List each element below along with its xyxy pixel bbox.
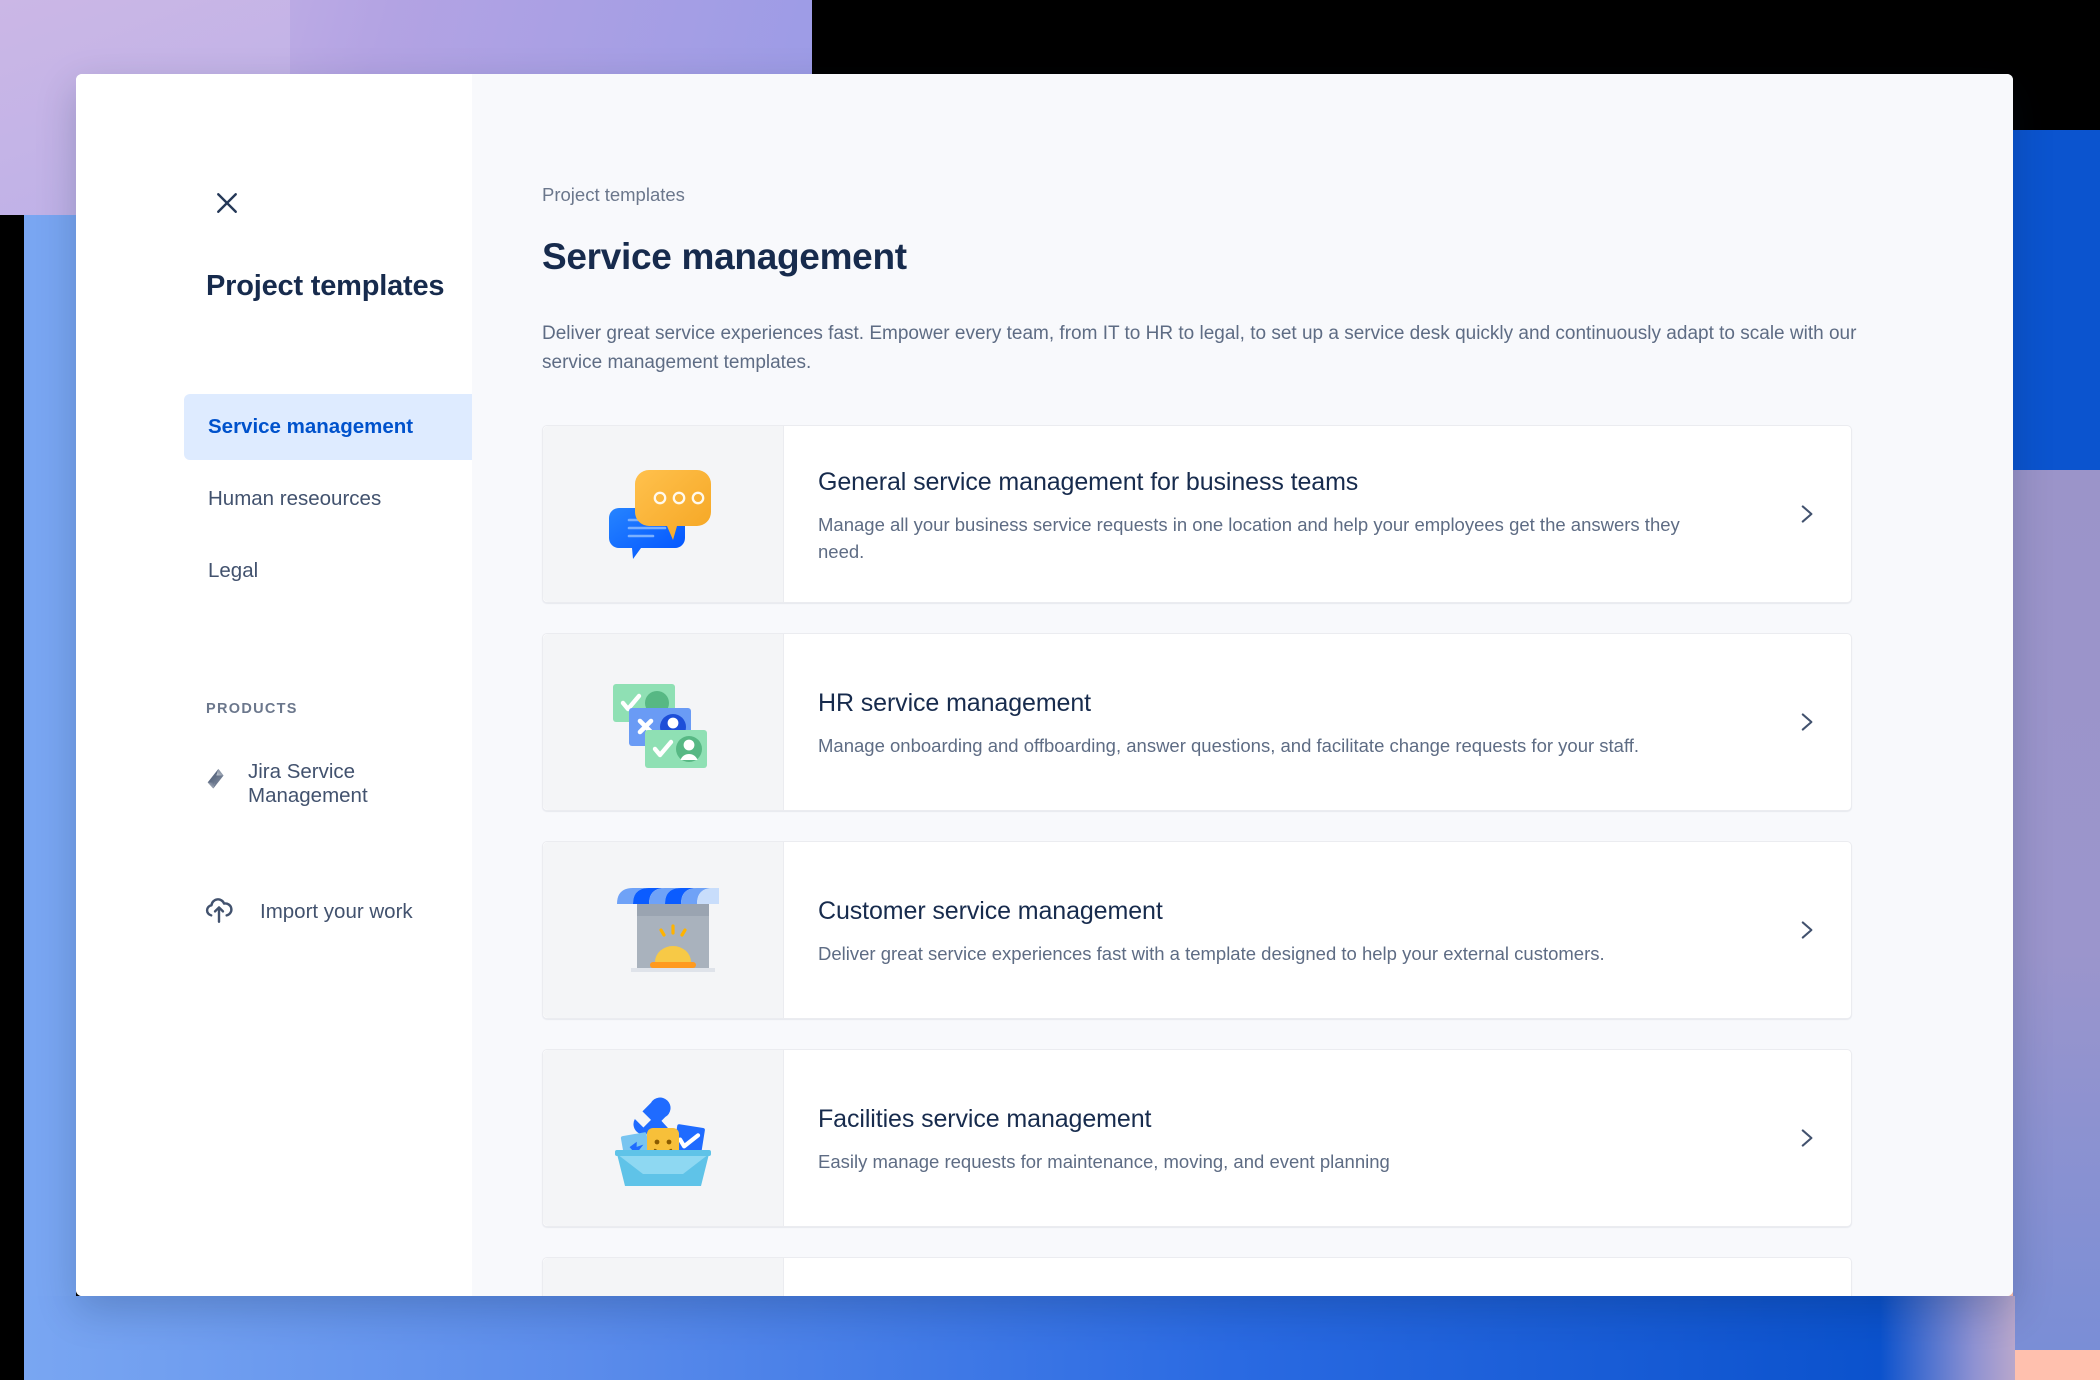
template-description: Manage all your business service request… xyxy=(818,513,1680,562)
background-left-black-strip xyxy=(0,215,24,1380)
template-description: Easily manage requests for maintenance, … xyxy=(818,1151,1390,1172)
background-left-blue-strip xyxy=(24,215,76,1380)
template-text: Customer service management Deliver grea… xyxy=(784,842,1761,1018)
sidebar-item-human-resources[interactable]: Human reseources xyxy=(184,466,518,532)
toolbox-icon xyxy=(603,1078,723,1198)
template-text: Facilities service management Easily man… xyxy=(784,1050,1761,1226)
background-bottom-fade xyxy=(1880,1296,2015,1380)
template-list: General service management for business … xyxy=(542,425,1852,1296)
template-card-customer-service-management[interactable]: Customer service management Deliver grea… xyxy=(542,841,1852,1019)
storefront-bell-icon xyxy=(603,870,723,990)
template-thumbnail xyxy=(543,1050,784,1226)
template-card-general-service-management[interactable]: General service management for business … xyxy=(542,425,1852,603)
money-cards-icon xyxy=(603,1286,723,1296)
template-thumbnail xyxy=(543,634,784,810)
screenshot-canvas: Project templates Service management Hum… xyxy=(0,0,2100,1380)
jira-service-management-icon xyxy=(202,767,232,802)
breadcrumb: Project templates xyxy=(542,184,685,205)
project-templates-modal: Project templates Service management Hum… xyxy=(76,74,2013,1296)
template-description: Deliver great service experiences fast w… xyxy=(818,943,1605,964)
chevron-right-icon[interactable] xyxy=(1761,426,1851,602)
modal-main-panel: Project templates Service management Del… xyxy=(472,74,2013,1296)
background-bottom-blue-bar xyxy=(24,1296,1880,1380)
product-item-jira-service-management[interactable]: Jira Service Management xyxy=(202,760,472,808)
import-your-work-button[interactable]: Import your work xyxy=(202,892,413,931)
template-text: Finance service management xyxy=(784,1258,1761,1296)
sidebar-item-label: Service management xyxy=(208,415,414,438)
modal-sidebar: Project templates Service management Hum… xyxy=(76,74,518,1296)
sidebar-item-legal[interactable]: Legal xyxy=(184,538,518,604)
background-right-blue-block xyxy=(2013,130,2100,470)
close-icon xyxy=(212,188,242,218)
sidebar-title: Project templates xyxy=(206,270,445,302)
products-section-label: PRODUCTS xyxy=(206,701,298,717)
template-thumbnail xyxy=(543,842,784,1018)
template-title: General service management for business … xyxy=(818,467,1359,496)
template-description: Manage onboarding and offboarding, answe… xyxy=(818,735,1640,756)
sidebar-nav: Service management Human reseources Lega… xyxy=(184,394,518,604)
chevron-right-icon[interactable] xyxy=(1761,634,1851,810)
template-thumbnail xyxy=(543,426,784,602)
template-thumbnail xyxy=(543,1258,784,1296)
page-description: Deliver great service experiences fast. … xyxy=(542,323,1857,373)
chevron-right-icon[interactable] xyxy=(1761,842,1851,1018)
page-title: Service management xyxy=(542,236,907,277)
template-title: HR service management xyxy=(818,689,1092,717)
product-item-label: Jira Service Management xyxy=(248,760,368,807)
sidebar-item-label: Legal xyxy=(208,559,259,582)
template-text: General service management for business … xyxy=(784,426,1761,602)
chevron-right-icon[interactable] xyxy=(1761,1050,1851,1226)
sidebar-item-label: Human reseources xyxy=(208,487,382,510)
chevron-right-icon[interactable] xyxy=(1761,1258,1851,1296)
speech-bubbles-icon xyxy=(603,454,723,574)
template-title: Customer service management xyxy=(818,897,1163,925)
template-title: Facilities service management xyxy=(818,1105,1152,1133)
sidebar-item-service-management[interactable]: Service management xyxy=(184,394,518,460)
template-text: HR service management Manage onboarding … xyxy=(784,634,1761,810)
template-card-finance-service-management[interactable]: Finance service management xyxy=(542,1257,1852,1296)
close-button[interactable] xyxy=(204,180,250,226)
template-card-hr-service-management[interactable]: HR service management Manage onboarding … xyxy=(542,633,1852,811)
import-your-work-label: Import your work xyxy=(260,899,413,923)
people-cards-icon xyxy=(603,662,723,782)
background-right-strip xyxy=(2013,470,2100,1350)
cloud-upload-icon xyxy=(202,892,236,931)
template-card-facilities-service-management[interactable]: Facilities service management Easily man… xyxy=(542,1049,1852,1227)
